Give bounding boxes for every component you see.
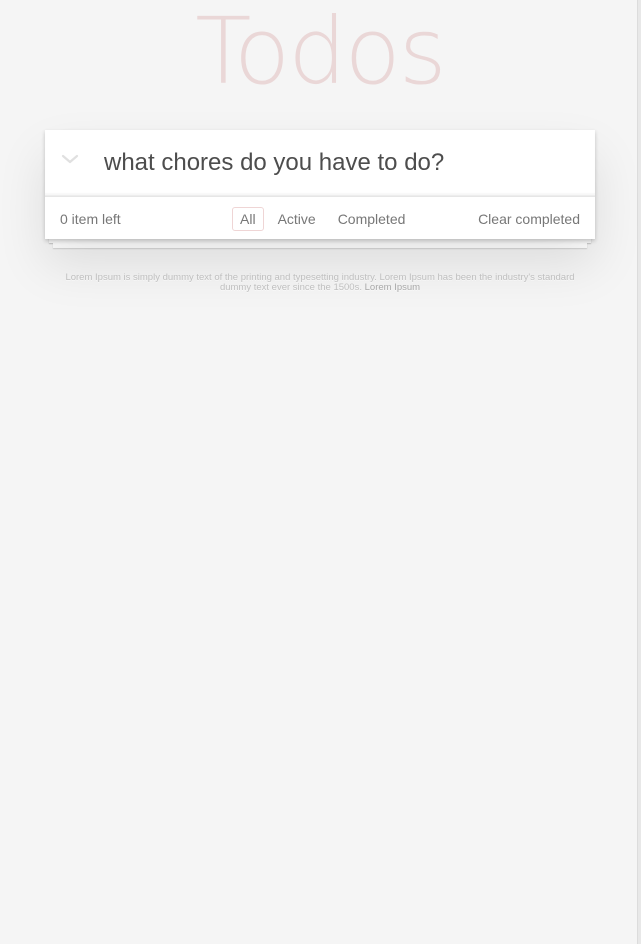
todo-card: 0 item left All Active Completed Clear c… [45,130,595,239]
page-title: Todos [195,0,446,105]
todo-header [45,130,595,196]
filter-list: All Active Completed [229,207,416,231]
filter-completed[interactable]: Completed [330,207,414,231]
chevron-down-icon[interactable] [59,148,81,170]
info-link[interactable]: Lorem Ipsum [365,282,420,293]
card-stack-shadow-2 [53,243,587,248]
window-edge [637,0,641,944]
filter-item: All [229,207,267,231]
items-left-count: 0 item left [60,211,121,227]
clear-completed-button[interactable]: Clear completed [478,211,580,227]
filter-all[interactable]: All [232,207,264,231]
todo-footer: 0 item left All Active Completed Clear c… [45,196,595,239]
info-text-line-2: dummy text ever since the 1500s. [219,282,362,293]
filter-active[interactable]: Active [270,207,324,231]
filter-item: Active [267,207,327,231]
new-todo-input[interactable] [104,145,574,181]
info-footer: Lorem Ipsum is simply dummy text of the … [45,273,595,293]
info-text-line-2-wrap: dummy text ever since the 1500s. Lorem I… [45,283,595,293]
filter-item: Completed [327,207,417,231]
